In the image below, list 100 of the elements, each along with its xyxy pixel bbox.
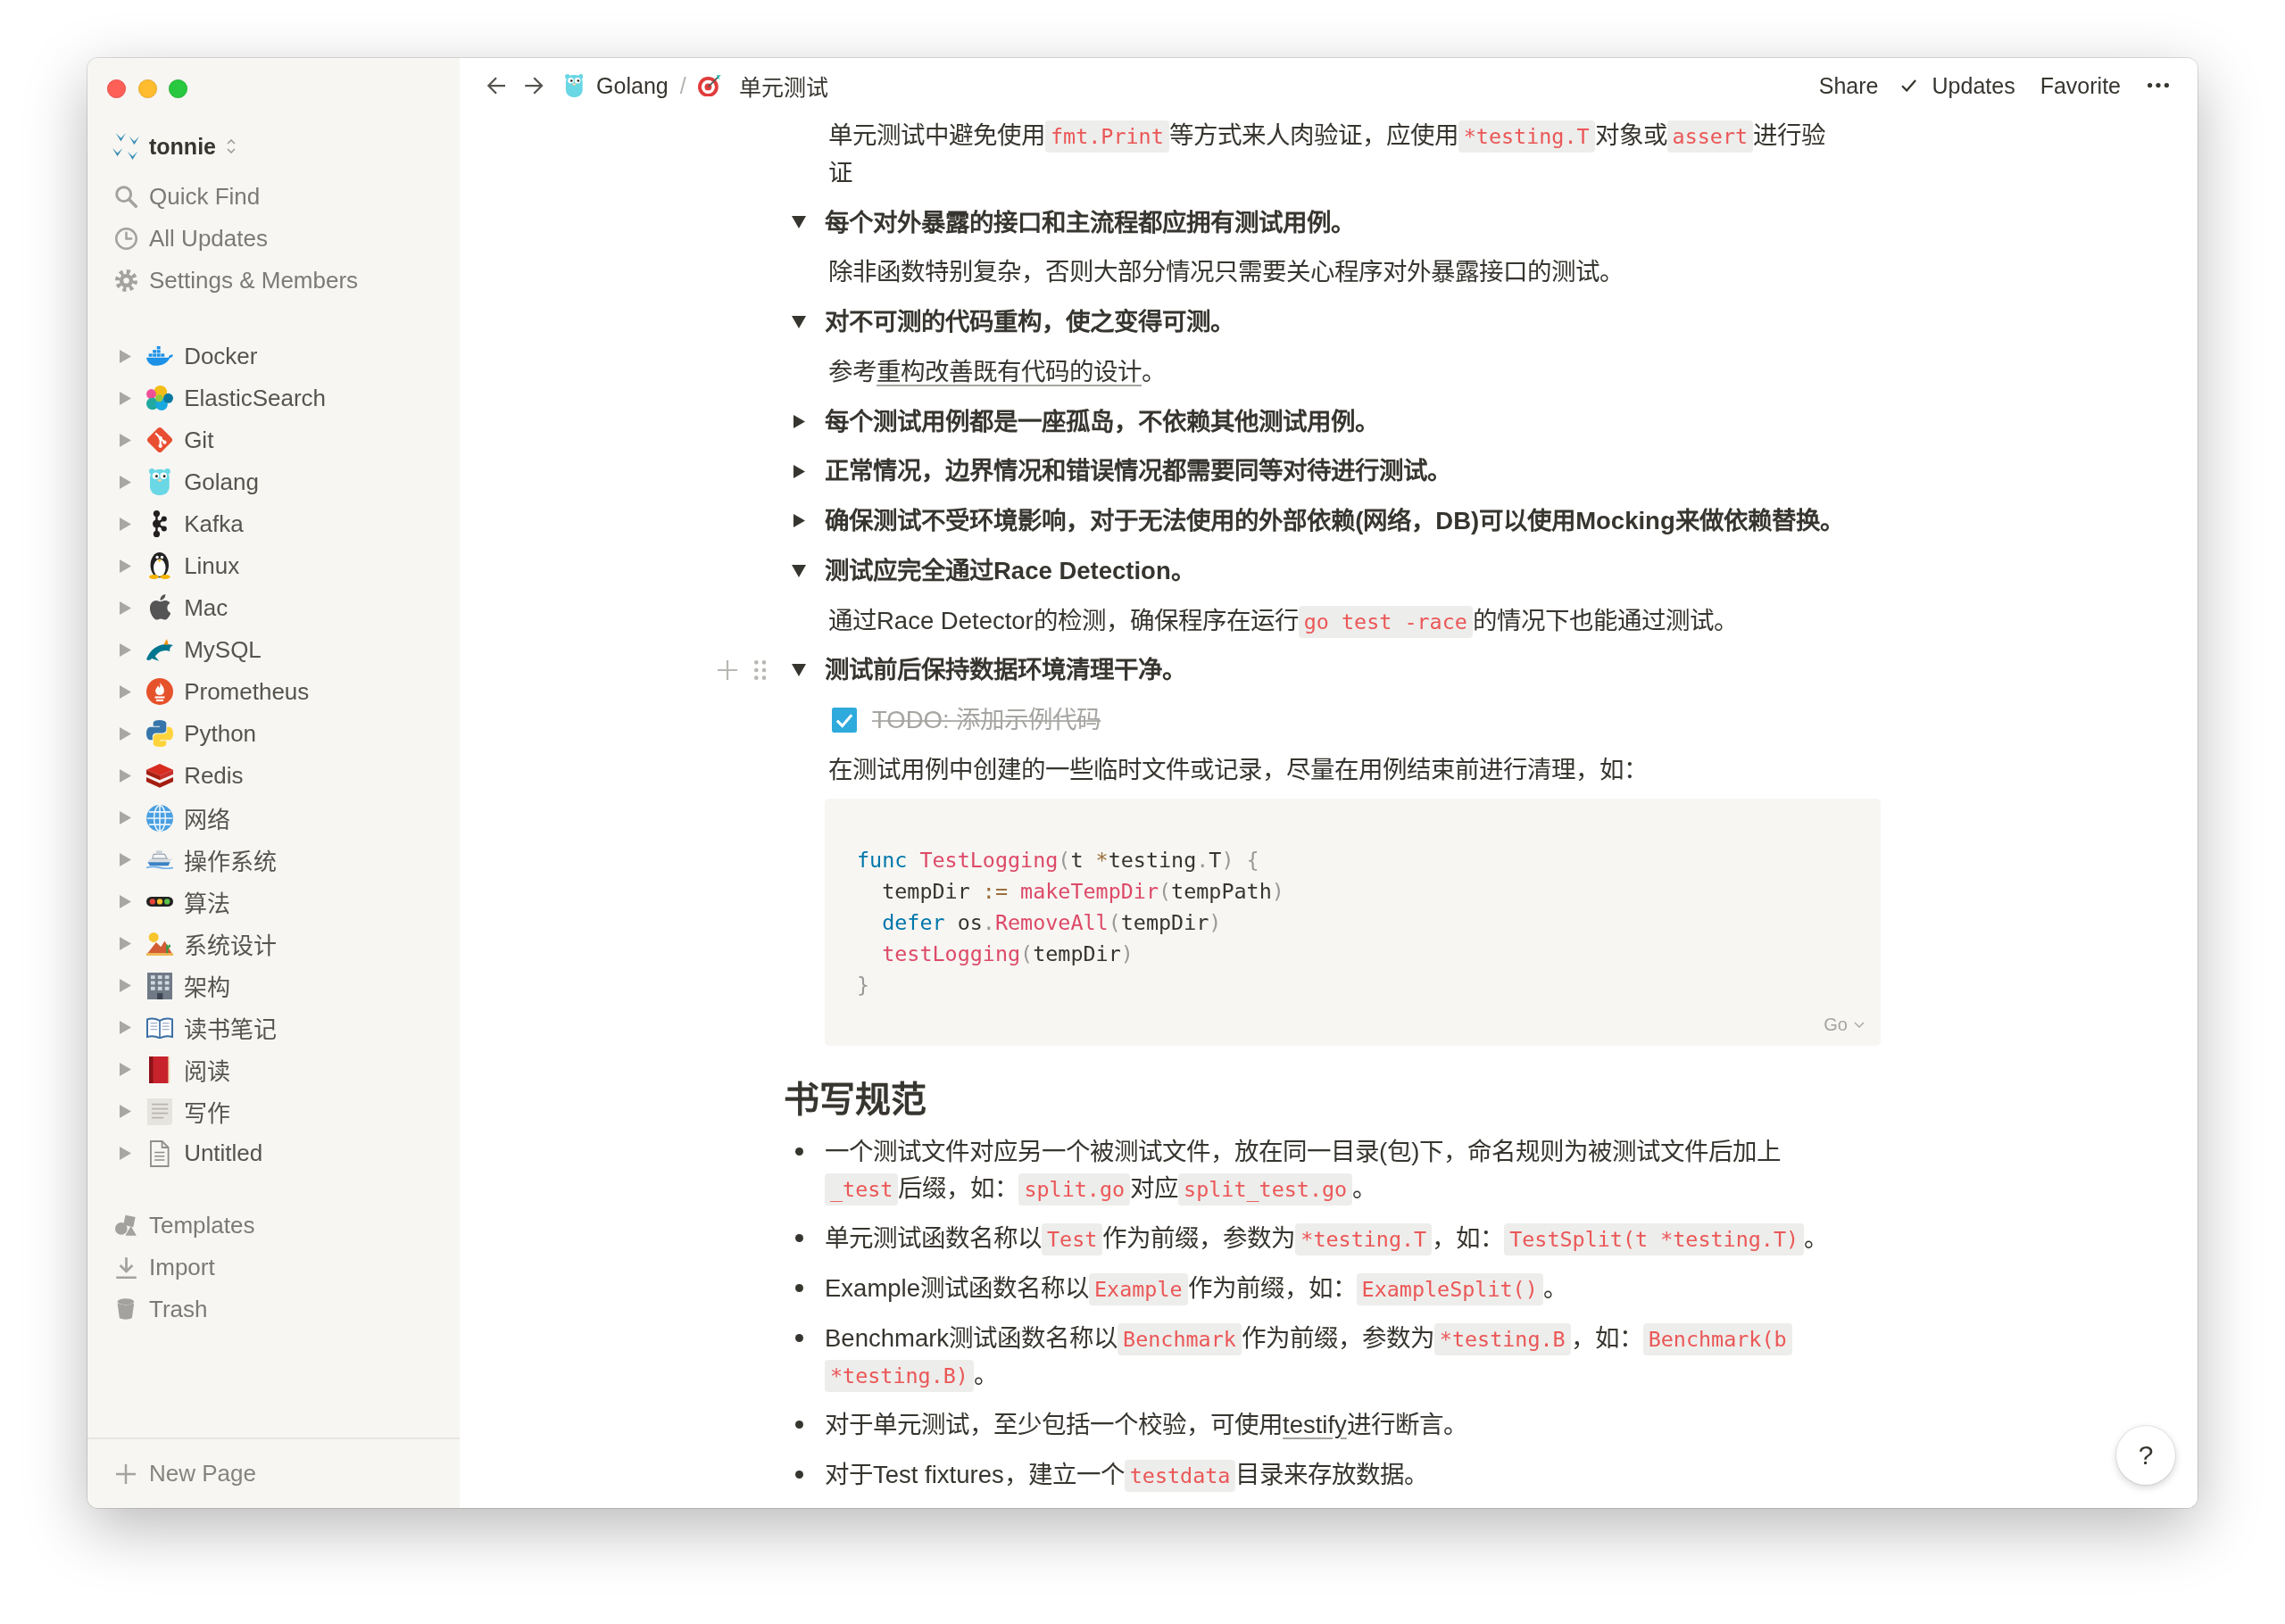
toggle-title: 确保测试不受环境影响，对于无法使用的外部依赖(网络，DB)可以使用Mocking来做依赖替换。 [825,506,1844,536]
globe-icon [146,804,174,832]
window-minimize-icon[interactable] [137,79,157,98]
search-icon [114,185,137,208]
bullet-icon [794,1333,803,1342]
gopher-icon [149,468,170,496]
page-item[interactable]: Docker [114,335,258,377]
page-item[interactable]: 读书笔记 [114,1007,278,1049]
paragraph-text: 除非函数特别复杂，否则大部分情况只需要关心程序对外暴露接口的测试。 [828,257,1624,288]
birds-icon [112,133,139,160]
page-item[interactable]: MySQL [114,628,262,671]
breadcrumb-link[interactable]: Golang [564,72,669,99]
triangle-icon[interactable] [792,664,806,677]
bullet-icon [794,1421,803,1429]
ship-icon [146,850,174,869]
page-item[interactable]: 写作 [114,1090,231,1133]
page-item[interactable]: Redis [114,754,244,797]
page-item[interactable]: 网络 [114,797,231,840]
paragraph-text: 通过Race Detector的检测，确保程序在运行 go test -race 的情况下也能通过测试。 [828,601,1738,640]
bullet-icon [794,1147,803,1156]
flame-icon [146,678,174,706]
blob-cluster-icon [146,385,174,411]
whale-icon [146,346,174,366]
paragraph-text: 参考重构改善既有代码的设计。 [828,356,1166,387]
page-item[interactable]: 操作系统 [114,839,278,882]
page-item[interactable]: 算法 [114,881,231,924]
page-item[interactable]: 系统设计 [114,923,278,965]
paragraph-text: 单元测试中避免使用 fmt.Print 等方式来人肉验证，应使用 *testing.T 对象或 assert 进行验证 [828,120,1827,188]
triangle-icon[interactable] [792,315,806,328]
triangle-icon[interactable] [793,414,805,428]
page-item[interactable]: Linux [114,544,240,587]
page-item[interactable]: 阅读 [114,1048,231,1091]
checkbox[interactable] [832,707,857,733]
sidebar-item[interactable]: All Updates [113,217,268,260]
help-button[interactable]: ? [2116,1426,2175,1485]
breadcrumb-separator: / [679,72,686,99]
building-icon [146,972,173,999]
clock-icon [114,227,137,250]
page-item[interactable]: Untitled [114,1132,263,1175]
link[interactable]: 重构改善既有代码的设计 [877,357,1142,385]
page-item[interactable]: ElasticSearch [114,377,327,419]
page-item[interactable]: Git [114,418,214,461]
triangle-icon[interactable] [793,464,805,478]
traffic-light-icon [146,897,174,907]
bullet-icon [794,1471,803,1479]
list-item-text: 单元测试函数名称以 Test 作为前缀，参数为 *testing.T ，如： TestSplit(t *testing.T) 。 [825,1220,1829,1257]
window-zoom-icon[interactable] [169,79,187,98]
breadcrumb-link[interactable]: 单元测试 [697,70,828,102]
toggle-title: 正常情况，边界情况和错误情况都需要同等对待进行测试。 [825,456,1452,487]
topbar-button[interactable]: Share [1818,72,1879,99]
bullet-icon [794,1234,803,1243]
dolphin-icon [146,639,174,661]
plus-icon [116,1463,136,1484]
settings-icon [114,269,137,292]
document-icon [150,1139,170,1167]
open-book-icon [146,1016,174,1039]
paragraph-text: 在测试用例中创建的一些临时文件或记录，尽量在用例结束前进行清理，如： [828,754,1648,785]
toggle-title: 测试应完全通过Race Detection。 [825,555,1195,586]
apple-icon [149,594,170,622]
link[interactable]: testify [1283,1411,1347,1438]
workspace-switcher[interactable]: tonnie [112,126,236,167]
sidebar-item[interactable]: Templates [113,1205,255,1247]
page-item[interactable]: Golang [114,460,259,503]
forward-arrow-icon[interactable] [524,77,544,95]
node-graph-icon [153,510,168,538]
plus-icon[interactable] [717,660,737,681]
topbar-button[interactable]: Updates [1901,72,2015,99]
import-icon [114,1256,137,1280]
bullet-icon [794,1284,803,1293]
dartboard-icon [697,74,721,97]
window-close-icon[interactable] [107,79,126,98]
sidebar-item[interactable]: Settings & Members [113,259,359,302]
sidebar-item[interactable]: Trash [113,1288,208,1331]
more-icon[interactable] [2148,83,2169,88]
cube-stack-icon [146,764,174,788]
list-item-text: 对于Test fixtures，建立一个 testdata 目录来存放数据。 [825,1455,1429,1494]
toggle-title: 对不可测的代码重构，使之变得可测。 [825,307,1234,337]
triangle-icon[interactable] [793,514,805,528]
toggle-title: 每个对外暴露的接口和主流程都应拥有测试用例。 [825,207,1355,238]
sidebar-item[interactable]: Import [113,1247,215,1289]
triangle-icon[interactable] [792,564,806,577]
snakes-icon [146,720,174,748]
topbar-button[interactable]: Favorite [2040,72,2121,99]
section-heading: 书写规范 [784,1078,926,1121]
check-icon [1901,79,1917,92]
lined-page-icon [146,1098,173,1125]
page-item[interactable]: Mac [114,586,228,629]
desert-icon [146,932,174,956]
list-item-text: Example测试函数名称以 Example 作为前缀，如： ExampleSplit() 。 [825,1269,1567,1307]
page-item[interactable]: 架构 [114,965,231,1007]
drag-handle-icon[interactable] [753,660,766,681]
page-item[interactable]: Prometheus [114,670,310,713]
triangle-icon[interactable] [792,216,806,229]
page-item[interactable]: Kafka [114,502,244,545]
page-item[interactable]: Python [114,712,257,755]
back-arrow-icon[interactable] [487,77,507,95]
trash-icon [117,1298,135,1322]
sidebar-item[interactable]: Quick Find [113,175,261,218]
updown-chevron-icon [227,139,236,153]
book-icon [149,1056,170,1083]
